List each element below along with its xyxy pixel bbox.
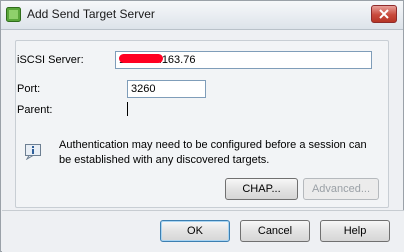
window-title: Add Send Target Server [27, 7, 155, 21]
title-bar[interactable]: Add Send Target Server [1, 1, 403, 30]
port-label: Port: [17, 83, 41, 95]
close-icon [379, 9, 389, 19]
advanced-button[interactable]: Advanced... [303, 178, 379, 200]
chap-button[interactable]: CHAP... [225, 178, 298, 200]
port-value: 3260 [131, 83, 156, 95]
port-input[interactable]: 3260 [127, 80, 206, 98]
cancel-button[interactable]: Cancel [240, 220, 310, 242]
ok-button[interactable]: OK [160, 220, 230, 242]
authentication-info-text: Authentication may need to be configured… [59, 139, 367, 166]
parent-value-cursor [127, 102, 128, 116]
iscsi-server-label: iSCSI Server: [17, 54, 84, 66]
close-button[interactable] [371, 5, 397, 23]
parent-label: Parent: [17, 104, 53, 116]
info-icon [25, 144, 41, 160]
help-button[interactable]: Help [320, 220, 390, 242]
app-icon [6, 7, 21, 22]
redaction-mark [119, 54, 163, 63]
dialog-window: Add Send Target Server iSCSI Server: 192… [0, 0, 404, 252]
